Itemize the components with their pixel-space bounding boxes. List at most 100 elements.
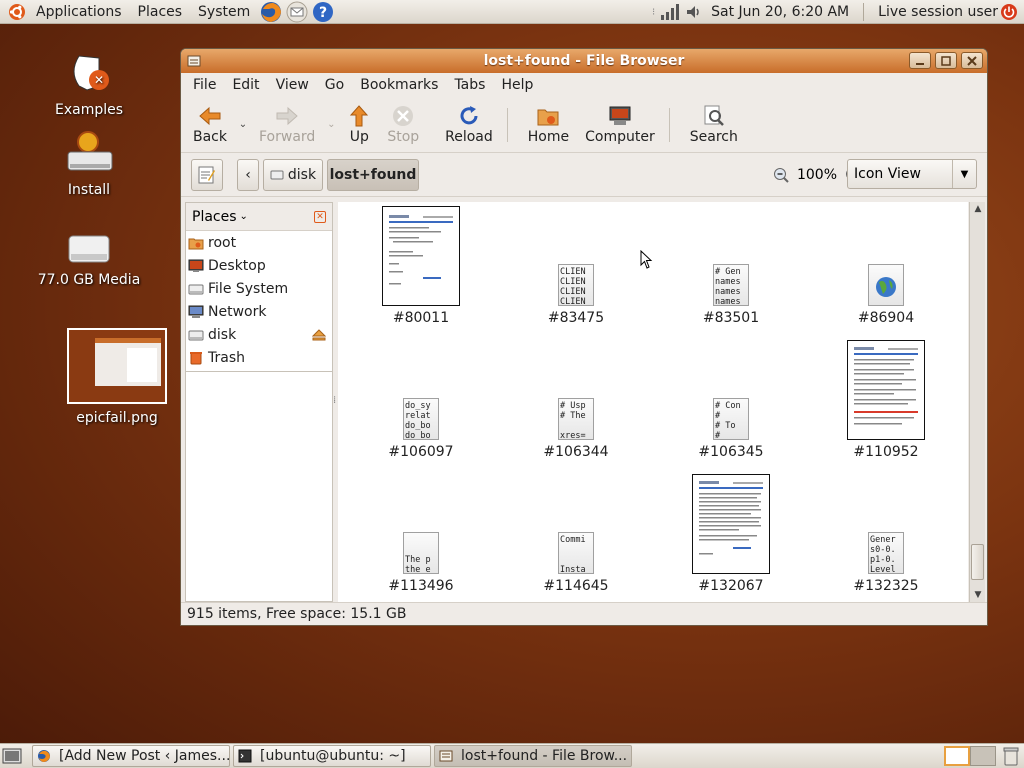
computer-label: Computer xyxy=(585,128,655,145)
toolbar-separator xyxy=(506,107,508,142)
forward-button[interactable]: Forward xyxy=(251,99,323,151)
taskbar-item-firefox[interactable]: [Add New Post ‹ James... xyxy=(32,745,230,767)
menu-bookmarks[interactable]: Bookmarks xyxy=(352,77,446,93)
desktop-icon-examples[interactable]: ✕ Examples xyxy=(44,48,134,118)
workspace-2[interactable] xyxy=(970,746,996,766)
taskbar-item-file-browser[interactable]: lost+found - File Brow... xyxy=(434,745,632,767)
breadcrumb-scroll-left[interactable]: ‹ xyxy=(237,158,259,191)
sidebar-header: Places ⌄ ✕ xyxy=(186,203,332,231)
view-mode-select[interactable]: Icon View ▼ xyxy=(847,159,977,189)
minimize-button[interactable] xyxy=(909,52,931,69)
text-entry-icon xyxy=(198,166,215,183)
applications-menu[interactable]: Applications xyxy=(28,0,130,24)
file-item[interactable]: # Con # # To # #106345 xyxy=(666,398,796,460)
vertical-scrollbar[interactable]: ▲ ▼ xyxy=(969,202,985,602)
file-name: #132067 xyxy=(698,578,764,594)
breadcrumb-disk[interactable]: disk xyxy=(263,158,323,191)
file-browser-icon xyxy=(439,750,453,762)
desktop-icon-epicfail[interactable]: epicfail.png xyxy=(62,328,172,426)
toggle-location-entry-button[interactable] xyxy=(191,158,223,191)
file-item[interactable]: Gener s0-0. p1-0. Level #132325 xyxy=(821,532,951,594)
file-item[interactable]: do_sy relat do_bo do_bo #106097 xyxy=(356,398,486,460)
ubuntu-logo-icon[interactable] xyxy=(8,3,26,21)
desktop-icon-media[interactable]: 77.0 GB Media xyxy=(34,232,144,288)
file-item[interactable]: # Usp # The xres= #106344 xyxy=(511,398,641,460)
eject-icon[interactable] xyxy=(312,329,326,341)
sidebar-item-label: disk xyxy=(208,326,237,343)
file-item[interactable]: #132067 xyxy=(666,474,796,594)
window-menu-icon[interactable] xyxy=(187,54,201,68)
sidebar-item-disk[interactable]: disk xyxy=(186,323,332,346)
location-bar: ‹ disk lost+found 100% Icon View ▼ xyxy=(181,153,987,197)
workspace-switcher[interactable] xyxy=(944,746,996,766)
maximize-button[interactable] xyxy=(935,52,957,69)
network-signal-icon[interactable] xyxy=(659,3,681,21)
clock[interactable]: Sat Jun 20, 6:20 AM xyxy=(703,0,857,24)
home-button[interactable]: Home xyxy=(520,99,577,151)
minimize-icon xyxy=(916,62,924,65)
file-item[interactable]: # Gen names names names #83501 xyxy=(666,264,796,326)
html-file-icon xyxy=(868,264,904,306)
epicfail-label: epicfail.png xyxy=(76,410,158,426)
file-item[interactable]: #80011 xyxy=(356,206,486,326)
show-desktop-icon[interactable] xyxy=(2,747,22,765)
trash-applet-icon[interactable] xyxy=(1002,746,1020,766)
back-history-dropdown[interactable]: ⌄ xyxy=(235,119,251,130)
desktop-icon-install[interactable]: Install xyxy=(44,130,134,198)
forward-history-dropdown[interactable]: ⌄ xyxy=(323,119,339,130)
scroll-down-arrow[interactable]: ▼ xyxy=(970,588,986,602)
file-item[interactable]: CLIEN CLIEN CLIEN CLIEN #83475 xyxy=(511,264,641,326)
menu-go[interactable]: Go xyxy=(317,77,352,93)
places-sidebar: Places ⌄ ✕ root Desktop File System Netw… xyxy=(185,202,333,602)
menu-view[interactable]: View xyxy=(268,77,317,93)
breadcrumb-lost-found[interactable]: lost+found xyxy=(327,158,419,191)
back-button[interactable]: Back xyxy=(185,99,235,151)
volume-icon[interactable] xyxy=(685,3,703,21)
stop-button[interactable]: Stop xyxy=(379,99,427,151)
window-titlebar[interactable]: lost+found - File Browser xyxy=(181,49,987,73)
file-item[interactable]: Commi Insta #114645 xyxy=(511,532,641,594)
mail-launcher-icon[interactable] xyxy=(286,1,308,23)
home-folder-icon xyxy=(188,238,204,249)
scrollbar-thumb[interactable] xyxy=(971,544,984,580)
file-name: #83475 xyxy=(547,310,605,326)
breadcrumb-lost-found-label: lost+found xyxy=(329,166,417,183)
sidebar-item-file-system[interactable]: File System xyxy=(186,277,332,300)
taskbar-item-terminal[interactable]: [ubuntu@ubuntu: ~] xyxy=(233,745,431,767)
zoom-out-icon[interactable] xyxy=(773,167,789,183)
zoom-level[interactable]: 100% xyxy=(797,167,837,183)
file-item[interactable]: The p the e #113496 xyxy=(356,532,486,594)
search-button[interactable]: Search xyxy=(682,99,746,151)
power-icon[interactable] xyxy=(1000,3,1018,21)
file-item[interactable]: #86904 xyxy=(821,264,951,326)
sidebar-item-network[interactable]: Network xyxy=(186,300,332,323)
computer-button[interactable]: Computer xyxy=(577,99,663,151)
close-sidebar-icon[interactable]: ✕ xyxy=(314,211,326,223)
menu-help[interactable]: Help xyxy=(493,77,541,93)
close-button[interactable] xyxy=(961,52,983,69)
workspace-1[interactable] xyxy=(944,746,970,766)
reload-label: Reload xyxy=(445,128,493,145)
help-launcher-icon[interactable]: ? xyxy=(312,1,334,23)
scroll-up-arrow[interactable]: ▲ xyxy=(970,202,986,216)
sidebar-item-trash[interactable]: Trash xyxy=(186,346,332,369)
pane-resize-handle[interactable]: ⁞ xyxy=(333,395,337,406)
sidebar-item-desktop[interactable]: Desktop xyxy=(186,254,332,277)
up-button[interactable]: Up xyxy=(339,99,379,151)
menu-edit[interactable]: Edit xyxy=(224,77,267,93)
reload-button[interactable]: Reload xyxy=(437,99,501,151)
menu-file[interactable]: File xyxy=(185,77,224,93)
sidebar-type-select[interactable]: Places xyxy=(192,209,237,225)
menu-tabs[interactable]: Tabs xyxy=(446,77,493,93)
file-name: #106097 xyxy=(388,444,454,460)
terminal-icon xyxy=(238,749,252,763)
user-switcher[interactable]: Live session user xyxy=(870,0,1000,24)
chevron-down-icon[interactable]: ⌄ xyxy=(240,211,248,222)
reload-icon xyxy=(460,105,478,124)
firefox-launcher-icon[interactable] xyxy=(260,1,282,23)
system-menu[interactable]: System xyxy=(190,0,258,24)
places-menu[interactable]: Places xyxy=(130,0,191,24)
media-label: 77.0 GB Media xyxy=(37,272,141,288)
file-item[interactable]: #110952 xyxy=(821,340,951,460)
sidebar-item-root[interactable]: root xyxy=(186,231,332,254)
